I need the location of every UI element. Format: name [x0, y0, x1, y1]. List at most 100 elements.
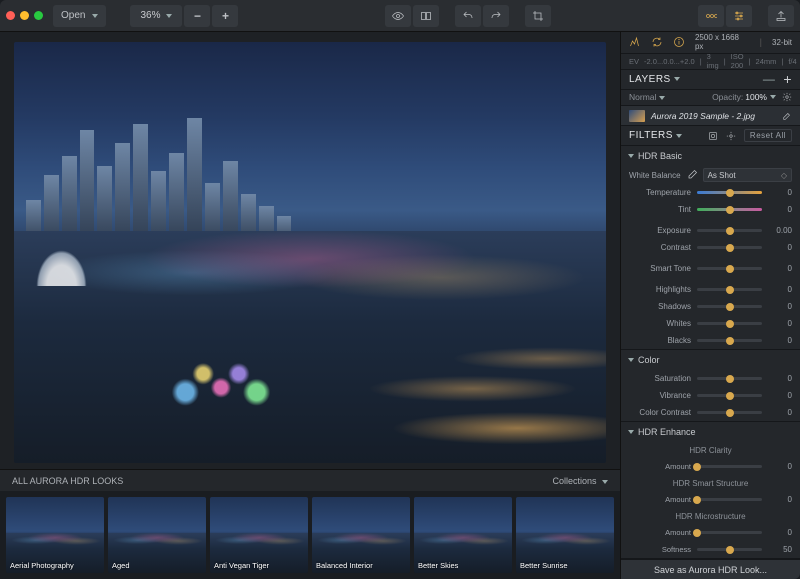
- slider-track[interactable]: [697, 322, 762, 325]
- blend-mode-dropdown[interactable]: Normal: [629, 92, 665, 102]
- look-thumb[interactable]: Anti Vegan Tiger: [210, 497, 308, 573]
- slider-knob[interactable]: [726, 392, 734, 400]
- image-canvas[interactable]: [14, 42, 606, 463]
- slider-knob[interactable]: [726, 303, 734, 311]
- eyedropper-icon[interactable]: [686, 169, 698, 181]
- presets-panel-button[interactable]: [698, 5, 724, 27]
- slider-track[interactable]: [697, 267, 762, 270]
- export-button[interactable]: [768, 5, 794, 27]
- eye-icon: [392, 10, 404, 22]
- slider-track[interactable]: [697, 305, 762, 308]
- look-thumb[interactable]: Aerial Photography: [6, 497, 104, 573]
- gear-icon[interactable]: [782, 92, 792, 102]
- slider-knob[interactable]: [693, 496, 701, 504]
- brush-icon[interactable]: [782, 111, 792, 121]
- slider-track[interactable]: [697, 548, 762, 551]
- looks-filmstrip: Aerial Photography Aged Anti Vegan Tiger…: [0, 491, 620, 579]
- sliders-panel-button[interactable]: [726, 5, 752, 27]
- section-color[interactable]: Color: [621, 350, 800, 370]
- compare-button[interactable]: [413, 5, 439, 27]
- slider-value: 0: [768, 188, 792, 197]
- undo-button[interactable]: [455, 5, 481, 27]
- chevron-down-icon[interactable]: [674, 77, 680, 81]
- slider-track[interactable]: [697, 377, 762, 380]
- undo-icon: [462, 10, 474, 22]
- slider-knob[interactable]: [726, 227, 734, 235]
- slider-knob[interactable]: [726, 320, 734, 328]
- slider-value: 0: [768, 336, 792, 345]
- slider-whites: Whites0: [621, 315, 800, 332]
- reset-all-button[interactable]: Reset All: [744, 129, 792, 142]
- slider-knob[interactable]: [726, 189, 734, 197]
- slider-track[interactable]: [697, 498, 762, 501]
- slider-knob[interactable]: [726, 337, 734, 345]
- zoom-value[interactable]: 36%: [130, 5, 182, 27]
- look-thumb[interactable]: Balanced Interior: [312, 497, 410, 573]
- presets-icon: [705, 10, 717, 22]
- add-layer-button[interactable]: +: [783, 71, 792, 87]
- gear-icon[interactable]: [726, 131, 736, 141]
- slider-amount: Amount0: [621, 524, 800, 541]
- slider-track[interactable]: [697, 288, 762, 291]
- look-thumb[interactable]: Better Skies: [414, 497, 512, 573]
- look-thumb[interactable]: Aged: [108, 497, 206, 573]
- minimize-icon[interactable]: [20, 11, 29, 20]
- slider-track[interactable]: [697, 191, 762, 194]
- slider-knob[interactable]: [726, 546, 734, 554]
- collections-dropdown[interactable]: Collections: [552, 476, 608, 486]
- preview-eye-button[interactable]: [385, 5, 411, 27]
- slider-knob[interactable]: [693, 463, 701, 471]
- mask-icon[interactable]: [708, 131, 718, 141]
- open-button[interactable]: Open: [53, 5, 106, 27]
- slider-knob[interactable]: [693, 529, 701, 537]
- slider-knob[interactable]: [726, 375, 734, 383]
- redo-button[interactable]: [483, 5, 509, 27]
- slider-label: Whites: [629, 319, 691, 328]
- slider-track[interactable]: [697, 229, 762, 232]
- slider-track[interactable]: [697, 246, 762, 249]
- looks-header: ALL AURORA HDR LOOKS: [12, 476, 123, 486]
- layer-thumbnail: [629, 110, 645, 122]
- section-hdr-enhance[interactable]: HDR Enhance: [621, 422, 800, 442]
- slider-track[interactable]: [697, 208, 762, 211]
- zoom-in-button[interactable]: +: [212, 5, 238, 27]
- export-icon: [775, 10, 787, 22]
- maximize-icon[interactable]: [34, 11, 43, 20]
- section-hdr-basic[interactable]: HDR Basic: [621, 146, 800, 166]
- save-look-button[interactable]: Save as Aurora HDR Look...: [621, 559, 800, 579]
- chevron-down-icon: [92, 14, 98, 18]
- slider-label: Tint: [629, 205, 691, 214]
- slider-track[interactable]: [697, 465, 762, 468]
- slider-label: Contrast: [629, 243, 691, 252]
- info-icon[interactable]: [673, 36, 685, 48]
- slider-knob[interactable]: [726, 409, 734, 417]
- slider-value: 0: [768, 408, 792, 417]
- histogram-icon[interactable]: [629, 36, 641, 48]
- slider-knob[interactable]: [726, 286, 734, 294]
- slider-amount: Amount0: [621, 491, 800, 508]
- slider-knob[interactable]: [726, 206, 734, 214]
- right-sidebar: 2500 x 1668 px | 32-bit EV -2.0...0.0...…: [620, 32, 800, 579]
- slider-track[interactable]: [697, 394, 762, 397]
- look-thumb[interactable]: Better Sunrise: [516, 497, 614, 573]
- slider-label: Softness: [629, 545, 691, 554]
- slider-track[interactable]: [697, 339, 762, 342]
- enhance-subtitle: HDR Clarity: [621, 442, 800, 458]
- aperture: f/4: [788, 57, 796, 66]
- slider-track[interactable]: [697, 531, 762, 534]
- zoom-out-button[interactable]: −: [184, 5, 210, 27]
- slider-saturation: Saturation0: [621, 370, 800, 387]
- slider-knob[interactable]: [726, 244, 734, 252]
- slider-knob[interactable]: [726, 265, 734, 273]
- slider-value: 0: [768, 205, 792, 214]
- layer-item[interactable]: Aurora 2019 Sample - 2.jpg: [621, 106, 800, 126]
- layers-collapse-icon[interactable]: —: [763, 72, 776, 86]
- sync-icon[interactable]: [651, 36, 663, 48]
- crop-button[interactable]: [525, 5, 551, 27]
- slider-label: Saturation: [629, 374, 691, 383]
- white-balance-dropdown[interactable]: As Shot ◇: [703, 168, 792, 182]
- opacity-value[interactable]: 100%: [745, 92, 767, 102]
- slider-track[interactable]: [697, 411, 762, 414]
- chevron-down-icon[interactable]: [676, 134, 682, 138]
- close-icon[interactable]: [6, 11, 15, 20]
